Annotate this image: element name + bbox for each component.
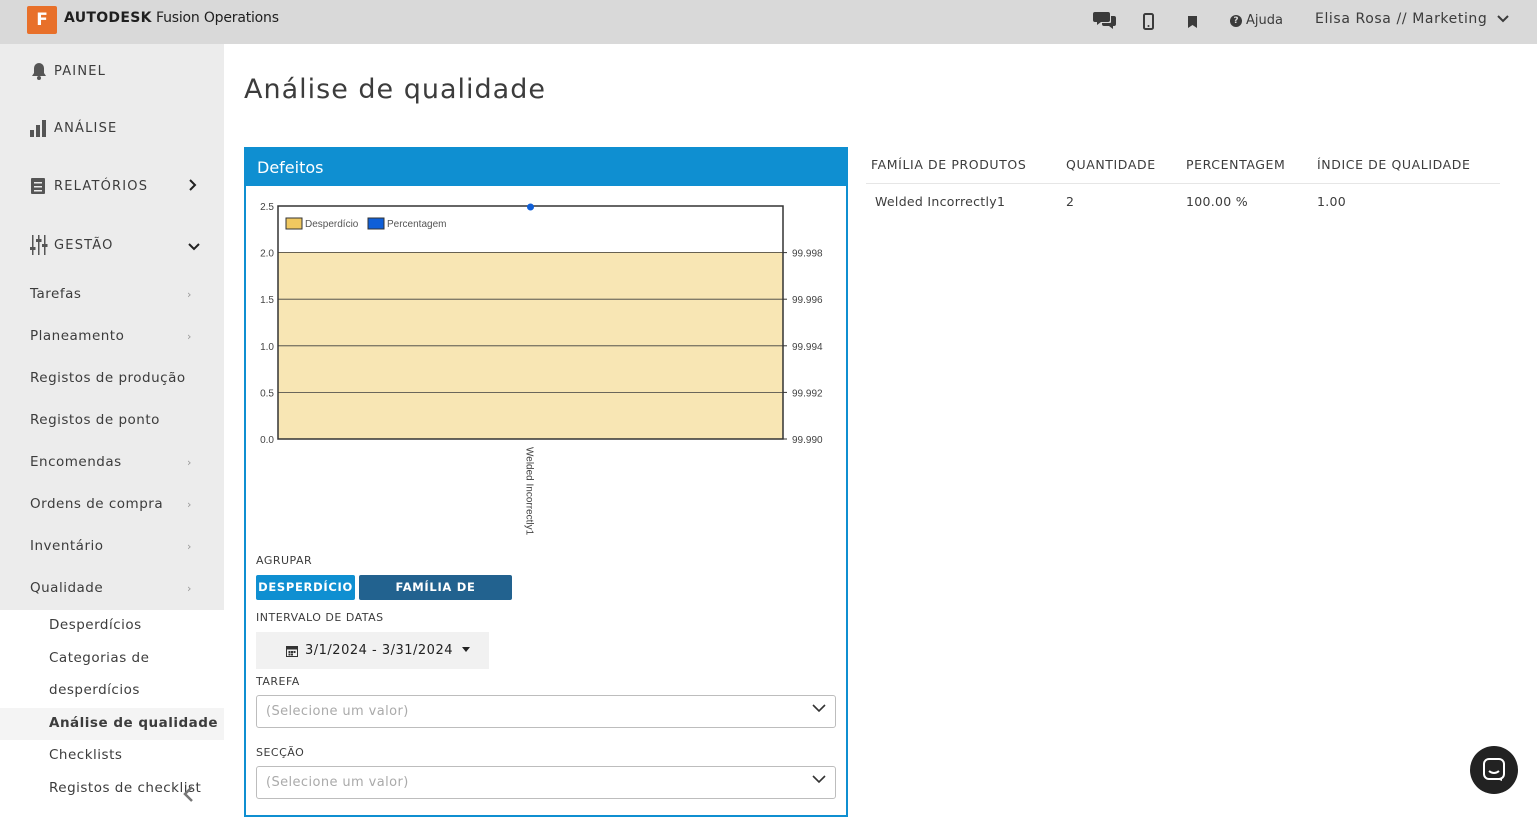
y-right-tick-label: 99.998 xyxy=(792,249,823,260)
sidebar-item-tarefas[interactable]: Tarefas xyxy=(30,286,81,302)
sidebar-item-label: PAINEL xyxy=(54,63,107,79)
y-left-tick-label: 2.0 xyxy=(260,249,274,260)
report-icon xyxy=(31,178,45,194)
task-select[interactable]: (Selecione um valor) xyxy=(256,695,836,728)
caret-down-icon xyxy=(462,646,470,652)
bar-chart-icon xyxy=(30,120,46,137)
sidebar-item-encomendas[interactable]: Encomendas xyxy=(30,454,122,470)
date-range-value: 3/1/2024 - 3/31/2024 xyxy=(305,643,453,658)
defects-panel: Defeitos 0.0 0.5 1.0 1.5 2.0 2.5 99.990 99.992 9… xyxy=(244,147,848,817)
chevron-right-icon: › xyxy=(187,540,192,553)
sidebar-item-painel[interactable]: PAINEL xyxy=(30,62,106,80)
page-title: Análise de qualidade xyxy=(244,74,546,105)
chevron-right-icon: › xyxy=(187,456,192,469)
question-icon: ? xyxy=(1230,14,1242,27)
sidebar-item-label: ANÁLISE xyxy=(54,120,118,136)
chevron-down-icon xyxy=(812,704,826,713)
bell-icon xyxy=(32,63,46,80)
chevron-right-icon: › xyxy=(187,288,192,301)
bookmark-icon[interactable] xyxy=(1187,14,1198,33)
calendar-icon xyxy=(286,645,298,657)
chevron-right-icon: › xyxy=(187,582,192,595)
section-label: SECÇÃO xyxy=(256,746,305,759)
chat-launcher-button[interactable] xyxy=(1470,746,1518,794)
table-cell-percentage: 100.00 % xyxy=(1186,194,1248,209)
user-menu[interactable]: Elisa Rosa // Marketing xyxy=(1315,11,1510,27)
y-left-tick-label: 1.0 xyxy=(260,342,274,353)
table-divider xyxy=(866,183,1500,184)
sidebar-item-planeamento[interactable]: Planeamento xyxy=(30,328,124,344)
sidebar-item-inventario[interactable]: Inventário xyxy=(30,538,104,554)
brand-bold: AUTODESK xyxy=(64,10,152,26)
legend-label-percentagem: Percentagem xyxy=(387,219,446,230)
sidebar-item-qualidade[interactable]: Qualidade xyxy=(30,580,103,596)
column-header-quantity[interactable]: QUANTIDADE xyxy=(1066,157,1156,172)
x-category-label: Welded Incorrectly1 xyxy=(524,447,535,536)
defects-chart: 0.0 0.5 1.0 1.5 2.0 2.5 99.990 99.992 99.994 99.9… xyxy=(260,202,823,536)
table-cell-quantity: 2 xyxy=(1066,194,1075,209)
table-cell-family: Welded Incorrectly1 xyxy=(875,194,1006,209)
group-label: AGRUPAR xyxy=(256,554,313,567)
y-left-tick-label: 2.5 xyxy=(260,202,274,213)
date-range-picker[interactable]: 3/1/2024 - 3/31/2024 xyxy=(256,632,489,669)
fusion-logo-icon[interactable]: F xyxy=(27,6,57,34)
column-header-family[interactable]: FAMÍLIA DE PRODUTOS xyxy=(871,157,1026,172)
table-cell-quality-index: 1.00 xyxy=(1317,194,1347,209)
sidebar-subitem-categorias-line2[interactable]: desperdícios xyxy=(49,682,140,698)
sidebar-item-label: GESTÃO xyxy=(54,237,114,253)
mobile-phone-icon[interactable] xyxy=(1143,13,1154,34)
message-icon xyxy=(1483,758,1505,781)
y-left-tick-label: 1.5 xyxy=(260,295,274,306)
y-left-tick-label: 0.5 xyxy=(260,388,274,399)
brand-name[interactable]: AUTODESK Fusion Operations xyxy=(64,10,279,26)
y-right-tick-label: 99.992 xyxy=(792,388,823,399)
task-select-placeholder: (Selecione um valor) xyxy=(266,704,409,719)
sidebar-subitem-desperdicios[interactable]: Desperdícios xyxy=(49,617,142,633)
column-header-quality-index[interactable]: ÍNDICE DE QUALIDADE xyxy=(1317,157,1471,172)
column-header-percentage[interactable]: PERCENTAGEM xyxy=(1186,157,1285,172)
legend-label-desperdicio: Desperdício xyxy=(305,219,359,230)
y-left-tick-label: 0.0 xyxy=(260,435,274,446)
sidebar-item-gestao[interactable]: GESTÃO xyxy=(30,235,114,255)
section-select[interactable]: (Selecione um valor) xyxy=(256,766,836,799)
legend-swatch-desperdicio xyxy=(285,217,303,230)
chevron-right-icon xyxy=(188,179,197,195)
chevron-down-icon xyxy=(1497,15,1510,23)
chart-point-percentage xyxy=(527,203,534,211)
sidebar-item-label: RELATÓRIOS xyxy=(54,178,149,194)
y-right-tick-label: 99.996 xyxy=(792,295,823,306)
sidebar-subitem-categorias[interactable]: Categorias de xyxy=(49,650,149,666)
sidebar-subitem-checklists[interactable]: Checklists xyxy=(49,747,122,763)
chevron-down-icon xyxy=(812,775,826,784)
group-by-product-family-button[interactable]: FAMÍLIA DE PRODUTOS xyxy=(359,575,512,619)
task-label: TAREFA xyxy=(256,675,300,688)
sidebar-subitem-analise-qualidade[interactable]: Análise de qualidade xyxy=(49,715,218,731)
y-right-tick-label: 99.990 xyxy=(792,435,823,446)
chevron-right-icon: › xyxy=(187,498,192,511)
group-by-waste-button[interactable]: DESPERDÍCIO xyxy=(256,575,355,600)
sidebar-subitem-registos-checklist[interactable]: Registos de checklist xyxy=(49,780,201,796)
chevron-down-icon xyxy=(188,239,200,255)
sliders-icon xyxy=(30,235,48,255)
help-label: Ajuda xyxy=(1246,13,1283,28)
date-range-label: INTERVALO DE DATAS xyxy=(256,611,384,624)
user-label: Elisa Rosa // Marketing xyxy=(1315,11,1488,27)
section-select-placeholder: (Selecione um valor) xyxy=(266,775,409,790)
help-link[interactable]: ? Ajuda xyxy=(1230,13,1283,28)
collapse-sidebar-icon[interactable] xyxy=(182,784,194,808)
sidebar-item-relatorios[interactable]: RELATÓRIOS xyxy=(30,177,148,195)
sidebar-item-ordens-compra[interactable]: Ordens de compra xyxy=(30,496,163,512)
y-right-tick-label: 99.994 xyxy=(792,342,823,353)
sidebar-item-analise[interactable]: ANÁLISE xyxy=(30,119,117,137)
sidebar-item-registos-ponto[interactable]: Registos de ponto xyxy=(30,412,160,428)
brand-product: Fusion Operations xyxy=(156,10,279,26)
top-bar: F AUTODESK Fusion Operations ? Ajuda Eli… xyxy=(0,0,1537,44)
chevron-right-icon: › xyxy=(187,330,192,343)
chat-icon[interactable] xyxy=(1093,10,1117,34)
legend-swatch-percentagem xyxy=(367,217,385,230)
sidebar-item-registos-producao[interactable]: Registos de produção xyxy=(30,370,186,386)
